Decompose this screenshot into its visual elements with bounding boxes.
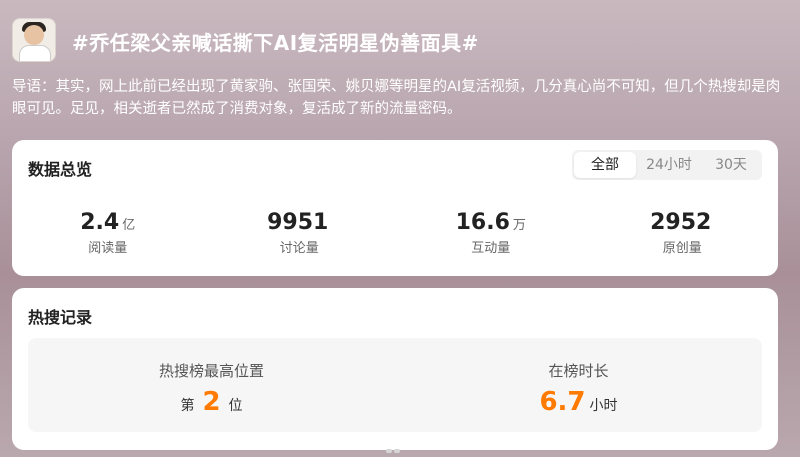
avatar[interactable] xyxy=(12,18,56,62)
stat-reads-label: 阅读量 xyxy=(88,241,128,256)
hot-search-card: 热搜记录 热搜榜最高位置 第2位 在榜时长 6.7 小时 xyxy=(12,288,778,453)
highest-rank-caption: 热搜榜最高位置 xyxy=(158,362,264,380)
hot-search-panel: 热搜榜最高位置 第2位 在榜时长 6.7 小时 xyxy=(28,338,762,432)
stat-reads-unit: 亿 xyxy=(122,218,136,233)
time-range-tabs: 全部 24小时 30天 xyxy=(572,150,762,180)
duration-value: 6.7 xyxy=(539,387,586,417)
highest-rank-prefix: 第 xyxy=(180,398,195,414)
stat-interactions: 16.6 万 互动量 xyxy=(395,210,587,256)
pagination-dot xyxy=(386,449,392,453)
topic-intro: 导语：其实，网上此前已经出现了黄家驹、张国荣、姚贝娜等明星的AI复活视频，几分真… xyxy=(12,79,781,117)
avatar-face xyxy=(24,25,44,45)
data-overview-card: 数据总览 全部 24小时 30天 2.4 亿 阅读量 9951 讨论量 16.6 万… xyxy=(12,140,778,276)
stat-interactions-label: 互动量 xyxy=(471,241,511,256)
stat-reads-value: 2.4 xyxy=(80,210,120,235)
duration-caption: 在榜时长 xyxy=(548,362,609,380)
stat-originals-value: 2952 xyxy=(650,210,712,235)
stats-row: 2.4 亿 阅读量 9951 讨论量 16.6 万 互动量 2952 原创量 xyxy=(12,210,778,256)
stat-originals-label: 原创量 xyxy=(662,241,702,256)
data-overview-title: 数据总览 xyxy=(28,160,93,179)
pagination-dot xyxy=(394,449,400,453)
tab-24h[interactable]: 24小时 xyxy=(638,150,700,180)
stat-reads: 2.4 亿 阅读量 xyxy=(12,210,204,256)
stat-discussions: 9951 讨论量 xyxy=(204,210,396,256)
tab-all[interactable]: 全部 xyxy=(574,152,636,178)
tab-30d[interactable]: 30天 xyxy=(700,150,762,180)
topic-title: #乔任梁父亲喊话撕下AI复活明星伪善面具# xyxy=(72,31,479,55)
pagination-dots[interactable] xyxy=(386,438,406,453)
topic-header: #乔任梁父亲喊话撕下AI复活明星伪善面具# xyxy=(12,18,788,68)
highest-rank-suffix: 位 xyxy=(228,398,243,414)
highest-rank-block: 热搜榜最高位置 第2位 xyxy=(28,338,395,432)
duration-unit: 小时 xyxy=(589,398,618,414)
duration-block: 在榜时长 6.7 小时 xyxy=(395,338,762,432)
stat-discussions-label: 讨论量 xyxy=(279,241,319,256)
highest-rank-value: 2 xyxy=(202,387,221,417)
stat-discussions-value: 9951 xyxy=(267,210,329,235)
hot-search-title: 热搜记录 xyxy=(28,308,93,327)
avatar-body xyxy=(19,45,51,61)
stat-originals: 2952 原创量 xyxy=(587,210,779,256)
stat-interactions-unit: 万 xyxy=(512,218,526,233)
stat-interactions-value: 16.6 xyxy=(455,210,510,235)
